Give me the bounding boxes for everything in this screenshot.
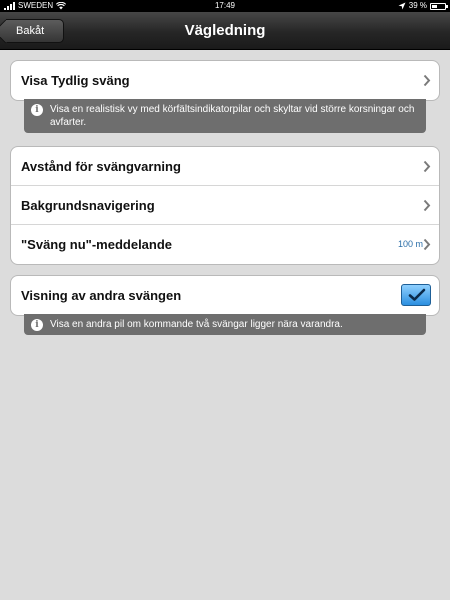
setting-label: Visa Tydlig sväng <box>21 73 130 88</box>
info-box-second-turn: i Visa en andra pil om kommande två svän… <box>24 314 426 335</box>
navigation-bar: Bakåt Vägledning <box>0 12 450 50</box>
setting-row-turn-now-message[interactable]: "Sväng nu"-meddelande 100 m <box>11 225 439 264</box>
setting-value: 100 m <box>397 239 423 249</box>
settings-group-clear-turn: Visa Tydlig sväng <box>10 60 440 101</box>
info-box-clear-turn: i Visa en realistisk vy med körfältsindi… <box>24 99 426 133</box>
battery-percentage: 39 % <box>408 1 427 10</box>
setting-label: "Sväng nu"-meddelande <box>21 237 173 252</box>
second-turn-checkbox[interactable] <box>401 284 431 306</box>
page-title: Vägledning <box>184 22 266 39</box>
chevron-right-icon <box>423 186 435 225</box>
settings-group-warnings: Avstånd för svängvarning Bakgrundsnavige… <box>10 146 440 265</box>
chevron-right-icon <box>423 147 435 186</box>
info-text: Visa en andra pil om kommande två svänga… <box>50 319 343 330</box>
setting-row-background-navigation[interactable]: Bakgrundsnavigering <box>11 186 439 225</box>
status-time: 17:49 <box>214 1 236 10</box>
setting-row-turn-warning-distance[interactable]: Avstånd för svängvarning <box>11 147 439 186</box>
info-icon: i <box>31 319 43 331</box>
setting-label: Visning av andra svängen <box>21 288 182 303</box>
chevron-right-icon <box>423 225 435 264</box>
setting-row-second-turn: Visning av andra svängen <box>11 276 439 315</box>
checkmark-icon <box>408 288 426 301</box>
status-bar: SWEDEN 17:49 39 % <box>0 0 450 12</box>
info-icon: i <box>31 104 43 116</box>
setting-label: Avstånd för svängvarning <box>21 159 181 174</box>
info-text: Visa en realistisk vy med körfältsindika… <box>50 104 415 128</box>
location-arrow-icon <box>398 2 406 10</box>
settings-group-second-turn: Visning av andra svängen <box>10 275 440 316</box>
battery-icon <box>430 2 448 10</box>
setting-row-clear-turn[interactable]: Visa Tydlig sväng <box>11 61 439 100</box>
chevron-right-icon <box>423 61 435 100</box>
setting-label: Bakgrundsnavigering <box>21 198 155 213</box>
